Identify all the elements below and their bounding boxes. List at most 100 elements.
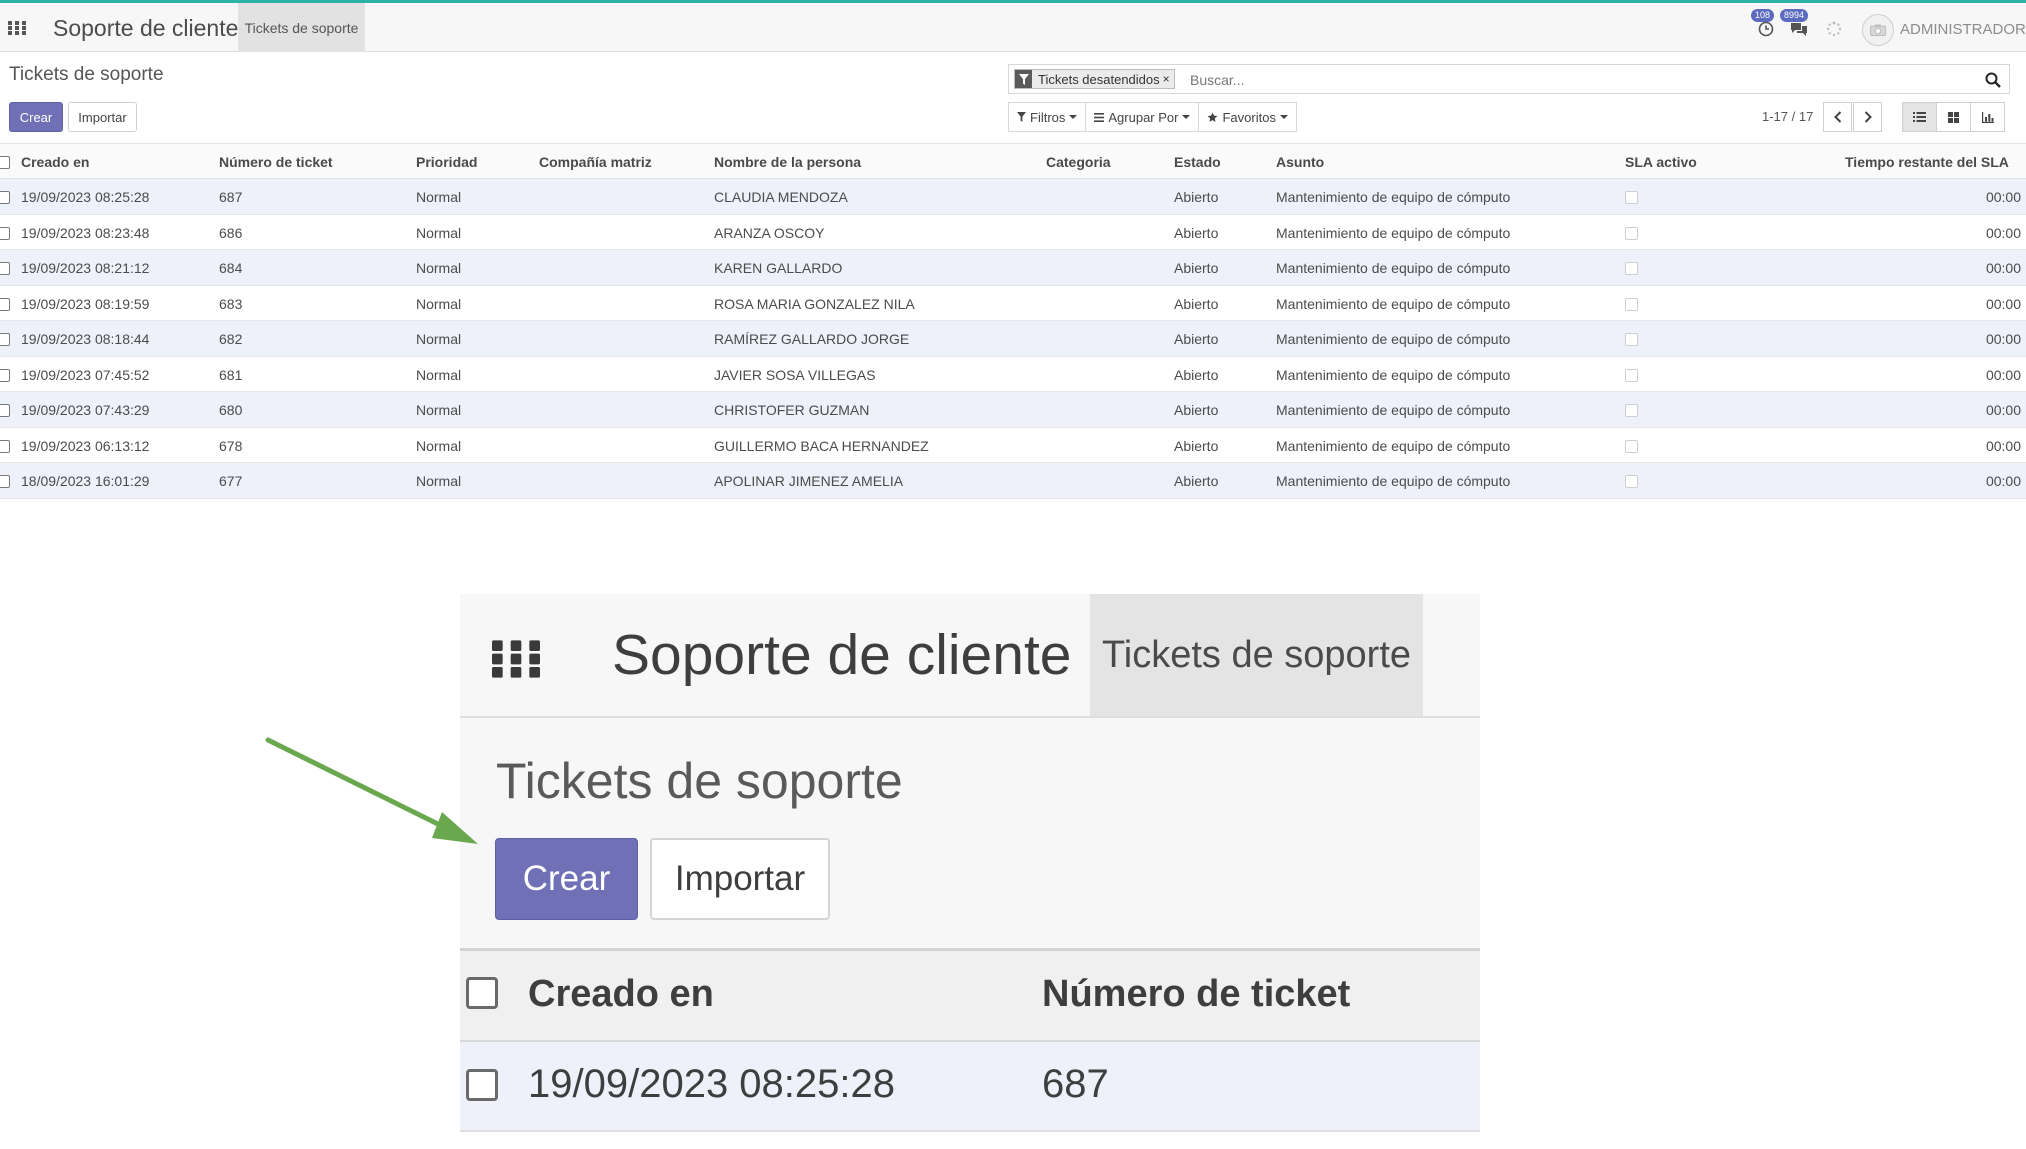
- cell-subject: Mantenimiento de equipo de cómputo: [1276, 295, 1511, 312]
- search-icon[interactable]: [1985, 72, 2001, 88]
- pager-value[interactable]: 1-17 / 17: [1762, 109, 1813, 124]
- user-menu[interactable]: ADMINISTRADOR: [1900, 21, 2026, 38]
- row-checkbox[interactable]: [0, 226, 10, 240]
- search-options: Filtros Agrupar Por Favoritos: [1008, 102, 1297, 132]
- sla-checkbox: [1625, 191, 1638, 204]
- cell-subject: Mantenimiento de equipo de cómputo: [1276, 260, 1511, 276]
- table-row[interactable]: 19/09/2023 07:43:29 680 Normal CHRISTOFE…: [0, 392, 2026, 428]
- row-checkbox[interactable]: [0, 191, 10, 204]
- table-row[interactable]: 19/09/2023 08:19:59 683 Normal ROSA MARI…: [0, 285, 2026, 321]
- column-category[interactable]: Categoria: [1046, 154, 1111, 170]
- table-row[interactable]: 19/09/2023 08:21:12 684 Normal KAREN GAL…: [0, 250, 2026, 286]
- cell-remaining: 00:00: [1985, 331, 2021, 347]
- breadcrumb: Tickets de soporte: [9, 64, 164, 85]
- cell-number: 684: [219, 260, 243, 276]
- search-facet: Tickets desatendidos ×: [1014, 69, 1175, 89]
- sla-checkbox: [1625, 226, 1638, 240]
- search-bar: Tickets desatendidos ×: [1008, 64, 2010, 94]
- cell-priority: Normal: [416, 260, 462, 276]
- group-by-dropdown[interactable]: Agrupar Por: [1086, 103, 1200, 131]
- pager-previous-button[interactable]: [1823, 102, 1852, 132]
- create-button[interactable]: Crear: [9, 102, 63, 132]
- column-company[interactable]: Compañía matriz: [539, 154, 652, 170]
- table-row[interactable]: 19/09/2023 08:23:48 686 Normal ARANZA OS…: [0, 214, 2026, 250]
- table-row[interactable]: 19/09/2023 06:13:12 678 Normal GUILLERMO…: [0, 427, 2026, 463]
- zoom-app-name: Soporte de cliente: [612, 623, 1072, 687]
- column-person[interactable]: Nombre de la persona: [714, 154, 861, 170]
- avatar[interactable]: [1862, 14, 1894, 46]
- row-checkbox[interactable]: [0, 262, 10, 275]
- table-row[interactable]: 18/09/2023 16:01:29 677 Normal APOLINAR …: [0, 463, 2026, 499]
- cell-person: KAREN GALLARDO: [714, 260, 843, 276]
- import-button[interactable]: Importar: [68, 102, 137, 132]
- zoom-table-row: 19/09/2023 08:25:28 687: [460, 1042, 1480, 1132]
- zoom-create-button: Crear: [495, 838, 638, 920]
- cell-person: ROSA MARIA GONZALEZ NILA: [714, 295, 915, 312]
- sla-checkbox: [1625, 262, 1638, 275]
- select-all-checkbox[interactable]: [0, 156, 10, 169]
- row-checkbox[interactable]: [0, 368, 10, 382]
- search-input[interactable]: [1190, 70, 1970, 89]
- column-state[interactable]: Estado: [1174, 154, 1221, 170]
- cell-created: 19/09/2023 08:18:44: [21, 331, 150, 347]
- menu-tab-tickets[interactable]: Tickets de soporte: [238, 3, 365, 52]
- row-checkbox[interactable]: [0, 439, 10, 453]
- cell-remaining: 00:00: [1985, 189, 2021, 205]
- caret-down-icon: [1182, 115, 1191, 119]
- column-sla[interactable]: SLA activo: [1625, 154, 1697, 170]
- camera-icon: [1870, 24, 1886, 36]
- sla-checkbox: [1625, 439, 1638, 453]
- graph-view-button[interactable]: [1970, 102, 2005, 132]
- sla-checkbox: [1625, 404, 1638, 417]
- app-name[interactable]: Soporte de cliente: [53, 15, 238, 42]
- cell-remaining: 00:00: [1985, 437, 2021, 454]
- cell-state: Abierto: [1174, 402, 1219, 418]
- table-row[interactable]: 19/09/2023 08:25:28 687 Normal CLAUDIA M…: [0, 179, 2026, 215]
- sla-checkbox: [1625, 297, 1638, 311]
- cell-state: Abierto: [1174, 189, 1219, 205]
- list-view-button[interactable]: [1902, 102, 1937, 132]
- row-checkbox[interactable]: [0, 404, 10, 417]
- cell-priority: Normal: [416, 331, 462, 347]
- chevron-left-icon: [1833, 111, 1842, 123]
- cell-subject: Mantenimiento de equipo de cómputo: [1276, 402, 1511, 418]
- caret-down-icon: [1069, 115, 1078, 119]
- chat-icon[interactable]: [1790, 21, 1808, 37]
- pager-next-button[interactable]: [1853, 102, 1882, 132]
- cell-created: 19/09/2023 07:45:52: [21, 366, 150, 383]
- row-checkbox[interactable]: [0, 333, 10, 346]
- zoom-column-number: Número de ticket: [1042, 973, 1351, 1015]
- cell-priority: Normal: [416, 295, 462, 312]
- row-checkbox[interactable]: [0, 475, 10, 488]
- cell-state: Abierto: [1174, 366, 1219, 383]
- cell-number: 682: [219, 331, 243, 347]
- column-remaining[interactable]: Tiempo restante del SLA: [1845, 154, 2009, 170]
- star-icon: [1207, 111, 1218, 123]
- cell-subject: Mantenimiento de equipo de cómputo: [1276, 331, 1511, 347]
- zoom-column-created: Creado en: [528, 973, 714, 1015]
- apps-grid-icon[interactable]: [8, 21, 26, 35]
- list-icon: [1094, 112, 1105, 122]
- cell-created: 19/09/2023 08:23:48: [21, 224, 150, 241]
- cell-number: 678: [219, 437, 243, 454]
- column-subject[interactable]: Asunto: [1276, 154, 1324, 170]
- kanban-view-button[interactable]: [1936, 102, 1971, 132]
- cell-person: JAVIER SOSA VILLEGAS: [714, 366, 876, 383]
- cell-priority: Normal: [416, 189, 462, 205]
- row-checkbox[interactable]: [0, 297, 10, 311]
- column-number[interactable]: Número de ticket: [219, 154, 333, 170]
- favorites-dropdown[interactable]: Favoritos: [1199, 103, 1295, 131]
- clock-icon[interactable]: [1758, 21, 1774, 37]
- filters-dropdown[interactable]: Filtros: [1009, 103, 1087, 131]
- zoom-table-header: Creado en Número de ticket: [460, 948, 1480, 1042]
- column-priority[interactable]: Prioridad: [416, 154, 477, 170]
- cell-number: 681: [219, 366, 243, 383]
- cell-created: 19/09/2023 06:13:12: [21, 437, 150, 454]
- cell-remaining: 00:00: [1985, 473, 2021, 489]
- table-row[interactable]: 19/09/2023 07:45:52 681 Normal JAVIER SO…: [0, 356, 2026, 392]
- facet-remove-icon[interactable]: ×: [1163, 72, 1174, 86]
- column-created[interactable]: Creado en: [21, 154, 89, 170]
- cell-person: RAMÍREZ GALLARDO JORGE: [714, 331, 910, 347]
- table-row[interactable]: 19/09/2023 08:18:44 682 Normal RAMÍREZ G…: [0, 321, 2026, 357]
- cell-remaining: 00:00: [1985, 224, 2021, 241]
